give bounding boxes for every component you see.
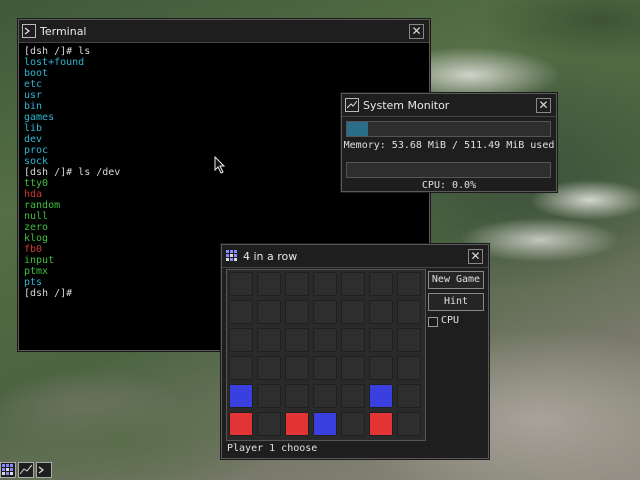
taskbar-game-icon[interactable] — [0, 462, 16, 478]
board-cell-player1[interactable] — [229, 412, 253, 436]
board-cell-player2[interactable] — [369, 384, 393, 408]
memory-bar — [346, 121, 551, 137]
board-cell-empty[interactable] — [229, 300, 253, 324]
cpu-text: CPU: 0.0% — [421, 180, 477, 191]
taskbar-terminal-icon[interactable] — [36, 462, 52, 478]
cpu-checkbox-label: CPU — [441, 315, 460, 326]
board-cell-empty[interactable] — [257, 412, 281, 436]
board-cell-player2[interactable] — [229, 384, 253, 408]
terminal-line: random — [24, 200, 61, 211]
memory-text: Memory: 53.68 MiB / 511.49 MiB used — [343, 140, 555, 151]
board-cell-empty[interactable] — [341, 328, 365, 352]
taskbar — [0, 460, 52, 480]
game-title: 4 in a row — [243, 249, 298, 263]
board-cell-empty[interactable] — [285, 384, 309, 408]
board-cell-empty[interactable] — [397, 384, 421, 408]
board-cell-empty[interactable] — [369, 300, 393, 324]
board-cell-empty[interactable] — [313, 272, 337, 296]
close-icon[interactable]: ✕ — [409, 23, 424, 39]
terminal-line: [dsh /]# ls — [24, 46, 91, 57]
terminal-line: zero — [24, 222, 49, 233]
board-cell-empty[interactable] — [229, 356, 253, 380]
board-cell-empty[interactable] — [341, 356, 365, 380]
board-cell-empty[interactable] — [397, 356, 421, 380]
sysmon-titlebar[interactable]: System Monitor ✕ — [342, 94, 556, 117]
terminal-line: lost+found — [24, 57, 85, 68]
terminal-line: null — [24, 211, 49, 222]
board-cell-empty[interactable] — [397, 272, 421, 296]
taskbar-sysmon-icon[interactable] — [18, 462, 34, 478]
board-cell-empty[interactable] — [257, 300, 281, 324]
cpu-checkbox[interactable] — [428, 317, 438, 327]
game-icon — [225, 249, 239, 263]
board-cell-empty[interactable] — [285, 272, 309, 296]
board-cell-empty[interactable] — [341, 384, 365, 408]
board-cell-empty[interactable] — [229, 272, 253, 296]
board-cell-empty[interactable] — [285, 356, 309, 380]
board-cell-empty[interactable] — [341, 272, 365, 296]
board-cell-empty[interactable] — [257, 384, 281, 408]
board-cell-empty[interactable] — [341, 412, 365, 436]
terminal-line: klog — [24, 233, 49, 244]
board-cell-player1[interactable] — [369, 412, 393, 436]
board-cell-empty[interactable] — [341, 300, 365, 324]
four-in-a-row-window[interactable]: 4 in a row ✕ New Game Hint CPU Player 1 … — [221, 244, 489, 459]
terminal-titlebar[interactable]: Terminal ✕ — [19, 20, 429, 43]
terminal-title: Terminal — [40, 24, 87, 38]
terminal-icon — [22, 24, 36, 38]
terminal-line: boot — [24, 68, 49, 79]
board-cell-empty[interactable] — [313, 384, 337, 408]
system-monitor-window[interactable]: System Monitor ✕ Memory: 53.68 MiB / 511… — [341, 93, 557, 192]
memory-bar-fill — [347, 122, 369, 136]
hint-button[interactable]: Hint — [428, 293, 484, 311]
board-cell-empty[interactable] — [257, 356, 281, 380]
board-cell-empty[interactable] — [229, 328, 253, 352]
board-cell-empty[interactable] — [257, 328, 281, 352]
close-icon[interactable]: ✕ — [536, 97, 551, 113]
terminal-line: etc — [24, 79, 43, 90]
close-icon[interactable]: ✕ — [468, 248, 483, 264]
game-status: Player 1 choose — [227, 443, 318, 454]
board-cell-player1[interactable] — [285, 412, 309, 436]
board-cell-empty[interactable] — [285, 300, 309, 324]
game-board[interactable] — [226, 269, 426, 441]
board-cell-empty[interactable] — [369, 272, 393, 296]
board-cell-empty[interactable] — [313, 300, 337, 324]
mouse-cursor-icon — [214, 156, 226, 174]
game-titlebar[interactable]: 4 in a row ✕ — [222, 245, 488, 268]
board-cell-empty[interactable] — [397, 328, 421, 352]
board-cell-empty[interactable] — [397, 300, 421, 324]
new-game-button[interactable]: New Game — [428, 271, 484, 289]
board-cell-empty[interactable] — [397, 412, 421, 436]
board-cell-empty[interactable] — [369, 356, 393, 380]
sysmon-title: System Monitor — [363, 98, 450, 112]
board-cell-empty[interactable] — [257, 272, 281, 296]
cpu-bar — [346, 162, 551, 178]
board-cell-player2[interactable] — [313, 412, 337, 436]
board-cell-empty[interactable] — [313, 356, 337, 380]
sysmon-icon — [345, 98, 359, 112]
board-cell-empty[interactable] — [369, 328, 393, 352]
board-cell-empty[interactable] — [313, 328, 337, 352]
board-cell-empty[interactable] — [285, 328, 309, 352]
